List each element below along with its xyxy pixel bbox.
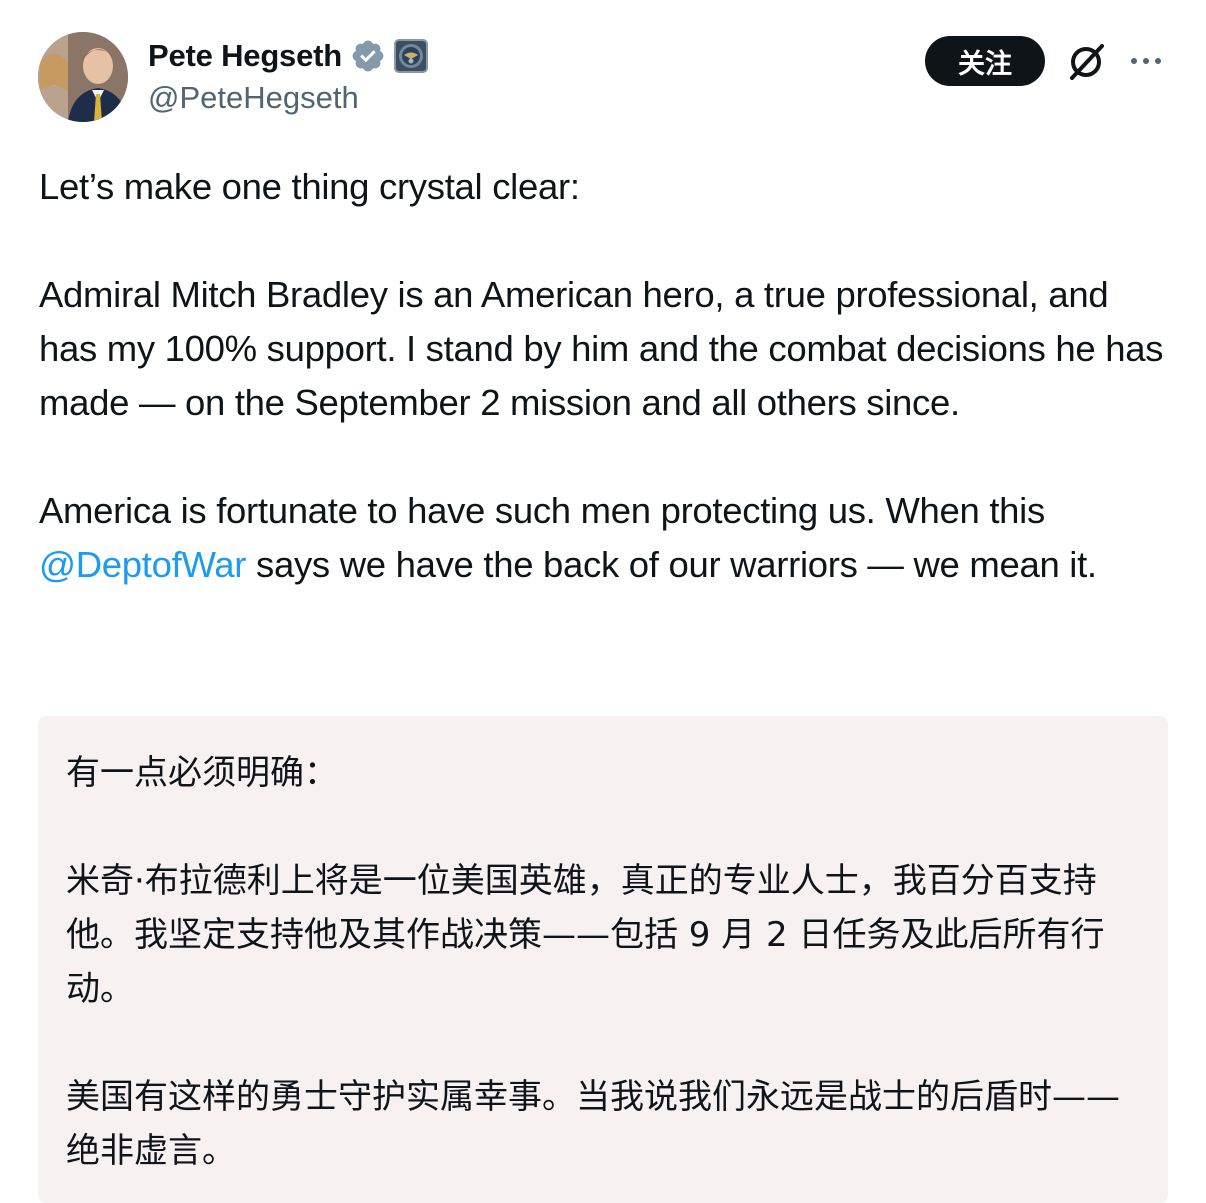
tweet-paragraph-3-end: says we have the back of our warriors — …	[246, 544, 1097, 585]
tweet-line-1: Let’s make one thing crystal clear:	[39, 166, 580, 207]
translation-paragraph-3: 美国有这样的勇士守护实属幸事。当我说我们永远是战士的后盾时——绝非虚言。	[66, 1077, 1120, 1171]
avatar[interactable]	[38, 32, 128, 122]
tweet-paragraph-3: America is fortunate to have such men pr…	[39, 484, 1169, 592]
more-horizontal-icon[interactable]	[1128, 50, 1164, 72]
author-handle[interactable]: @PeteHegseth	[148, 80, 359, 116]
translation-line-1: 有一点必须明确：	[66, 753, 338, 793]
mention-link[interactable]: @DeptofWar	[39, 544, 246, 585]
grok-icon[interactable]	[1064, 40, 1108, 84]
author-name-row: Pete Hegseth	[148, 36, 428, 76]
tweet-paragraph-2: Admiral Mitch Bradley is an American her…	[39, 274, 1164, 423]
tweet-text: Let’s make one thing crystal clear: Admi…	[39, 160, 1169, 592]
tweet-page: Pete Hegseth @PeteHegseth 关注 Let’s make …	[0, 0, 1206, 1203]
follow-button[interactable]: 关注	[925, 36, 1045, 86]
display-name[interactable]: Pete Hegseth	[148, 38, 342, 74]
translation-box: 有一点必须明确： 米奇·布拉德利上将是一位美国英雄，真正的专业人士，我百分百支持…	[38, 716, 1168, 1203]
department-seal-icon[interactable]	[394, 39, 428, 73]
translation-text: 有一点必须明确： 米奇·布拉德利上将是一位美国英雄，真正的专业人士，我百分百支持…	[66, 746, 1146, 1178]
verified-badge-icon[interactable]	[350, 38, 386, 74]
translation-paragraph-2: 米奇·布拉德利上将是一位美国英雄，真正的专业人士，我百分百支持他。我坚定支持他及…	[66, 861, 1105, 1009]
avatar-photo	[38, 32, 128, 122]
tweet-paragraph-3-start: America is fortunate to have such men pr…	[39, 490, 1045, 531]
